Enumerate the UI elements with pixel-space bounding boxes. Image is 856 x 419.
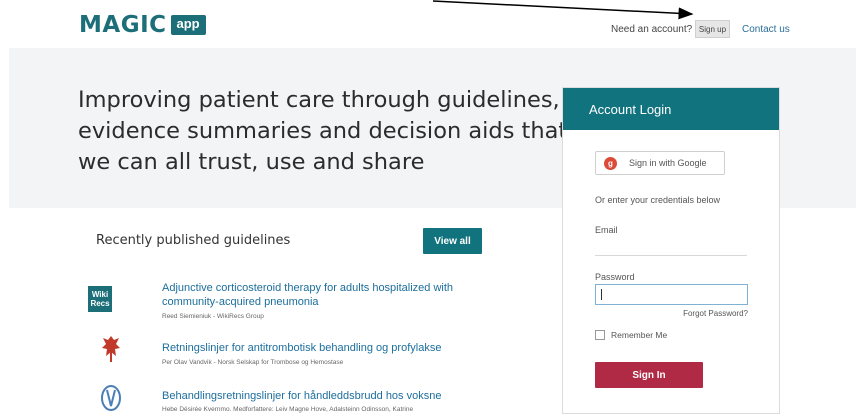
- google-signin-label: Sign in with Google: [629, 158, 707, 168]
- credentials-hint: Or enter your credentials below: [595, 195, 721, 205]
- guideline-title-link[interactable]: Behandlingsretningslinjer for håndleddsb…: [162, 389, 462, 403]
- annotation-arrow: [432, 0, 694, 20]
- login-title: Account Login: [563, 88, 779, 130]
- login-panel: Account Login g Sign in with Google Or e…: [562, 87, 780, 414]
- email-field[interactable]: [595, 255, 747, 256]
- guideline-meta: Hebe Désirée Kvernmo. Medforfattere: Lei…: [162, 406, 414, 413]
- remember-me[interactable]: Remember Me: [595, 330, 667, 340]
- google-icon: g: [604, 156, 617, 170]
- email-label: Email: [595, 225, 618, 235]
- hero-line: we can all trust, use and share: [78, 149, 425, 175]
- guideline-title-link[interactable]: Adjunctive corticosteroid therapy for ad…: [162, 281, 462, 309]
- hero-tagline: Improving patient care through guideline…: [78, 85, 568, 178]
- google-signin-button[interactable]: g Sign in with Google: [595, 151, 725, 175]
- hero-line: Improving patient care through guideline…: [78, 87, 560, 113]
- wikirecs-logo-line: Wiki: [91, 290, 109, 299]
- guideline-title-link[interactable]: Retningslinjer for antitrombotisk behand…: [162, 341, 462, 355]
- society-crest-logo: [100, 334, 122, 369]
- signin-button[interactable]: Sign In: [595, 362, 703, 388]
- remember-checkbox[interactable]: [595, 330, 605, 340]
- hero-line: evidence summaries and decision aids tha…: [78, 118, 568, 144]
- password-field[interactable]: [595, 284, 748, 305]
- text-caret: [601, 289, 602, 300]
- wikirecs-logo-line: Recs: [90, 299, 110, 308]
- guideline-meta: Per Olav Vandvik - Norsk Selskap for Tro…: [162, 359, 344, 366]
- recent-guidelines-heading: Recently published guidelines: [96, 233, 291, 248]
- view-all-button[interactable]: View all: [423, 228, 482, 254]
- guideline-meta: Reed Siemieniuk - WikiRecs Group: [162, 313, 264, 320]
- forgot-password-link[interactable]: Forgot Password?: [683, 309, 748, 318]
- password-label: Password: [595, 272, 635, 282]
- wikirecs-logo: Wiki Recs: [88, 286, 112, 312]
- remember-label: Remember Me: [611, 330, 668, 340]
